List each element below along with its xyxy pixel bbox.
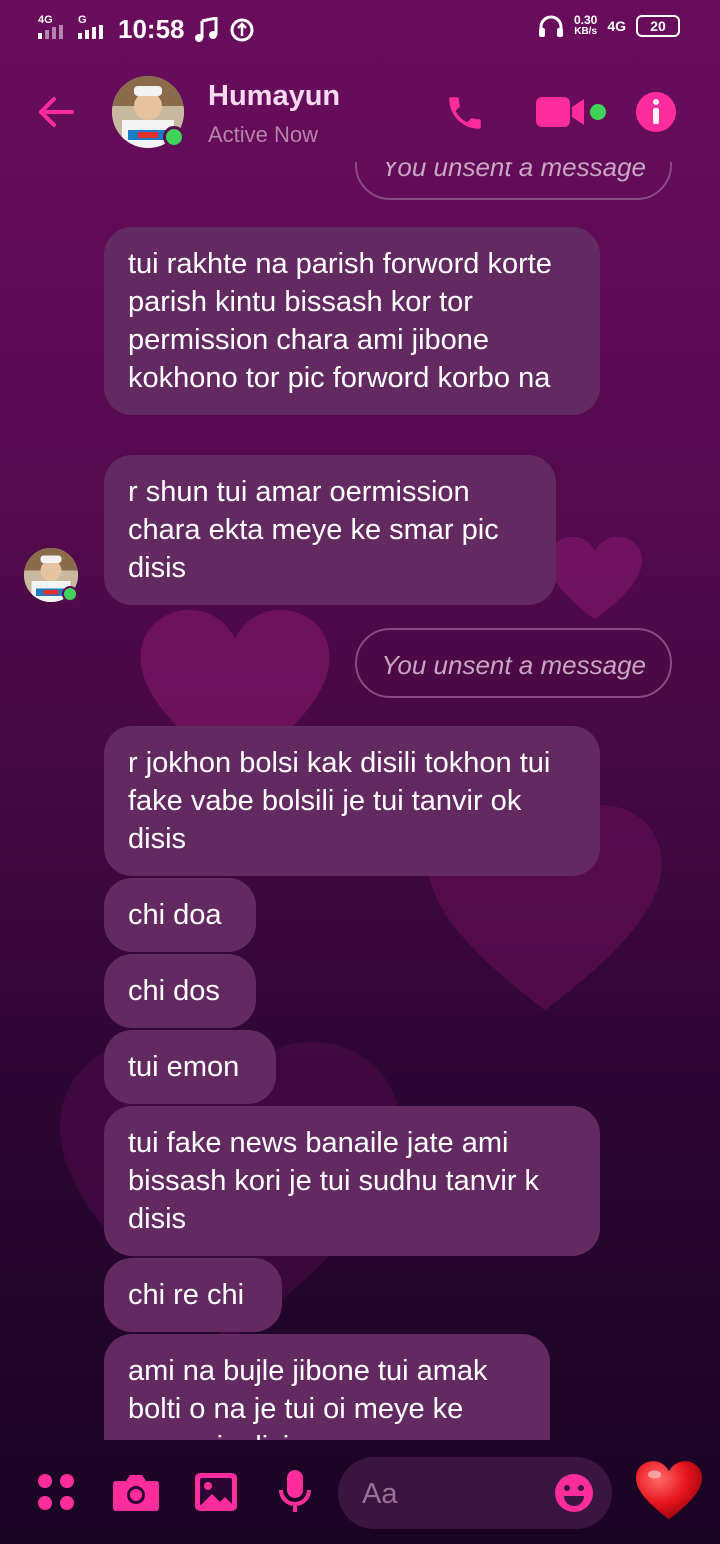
conversation-header: Humayun Active Now — [0, 62, 720, 162]
heart-like-icon[interactable] — [636, 1460, 702, 1522]
message-bubble[interactable]: chi re chi — [104, 1258, 282, 1332]
menu-dots-icon[interactable] — [36, 1472, 76, 1512]
video-call-icon[interactable] — [536, 94, 586, 130]
info-icon[interactable] — [634, 90, 678, 134]
network-type-label: 4G — [38, 14, 53, 26]
music-note-icon — [194, 16, 217, 42]
headphones-icon — [538, 15, 563, 37]
signal-2: G — [78, 15, 108, 44]
contact-active-status: Active Now — [208, 122, 319, 147]
online-status-dot — [163, 126, 185, 148]
unsent-message-notice: You unsent a message — [355, 628, 672, 698]
message-composer — [0, 1440, 720, 1544]
message-bubble[interactable]: chi doa — [104, 878, 256, 952]
emoji-icon[interactable] — [554, 1473, 594, 1513]
message-bubble[interactable]: r shun tui amar oermission chara ekta me… — [104, 455, 556, 605]
message-bubble[interactable]: tui rakhte na parish forword korte paris… — [104, 227, 600, 415]
speed-value: 0.30 — [573, 13, 598, 27]
gallery-icon[interactable] — [194, 1472, 238, 1512]
message-list[interactable]: You unsent a message tui rakhte na paris… — [0, 162, 720, 1440]
unsent-message-notice: You unsent a message — [355, 162, 672, 200]
contact-name[interactable]: Humayun — [208, 80, 340, 113]
clock: 10:58 — [118, 14, 185, 44]
status-bar: 4G G 10:58 0.30 KB/s 4G 20 — [0, 0, 720, 58]
message-input-container[interactable] — [338, 1457, 612, 1529]
message-bubble[interactable]: chi dos — [104, 954, 256, 1028]
back-arrow-icon[interactable] — [34, 90, 78, 134]
signal-bars-icon — [38, 25, 63, 39]
network-type-label: 4G — [607, 18, 626, 34]
mic-icon[interactable] — [278, 1468, 312, 1516]
video-active-dot — [590, 104, 606, 120]
speed-unit: KB/s — [574, 26, 598, 37]
signal-bars-icon — [78, 25, 103, 39]
message-input[interactable] — [360, 1471, 554, 1517]
battery-indicator: 20 — [636, 15, 680, 37]
online-status-dot — [62, 586, 78, 602]
phone-call-icon[interactable] — [444, 92, 486, 134]
camera-icon[interactable] — [112, 1472, 160, 1512]
message-bubble[interactable]: tui emon — [104, 1030, 276, 1104]
battery-level: 20 — [650, 18, 666, 34]
network-speed: 0.30 KB/s — [574, 14, 597, 38]
data-saver-icon — [230, 18, 253, 41]
message-bubble[interactable]: r jokhon bolsi kak disili tokhon tui fak… — [104, 726, 600, 876]
signal-1: 4G — [38, 15, 68, 44]
message-bubble[interactable]: ami na bujle jibone tui amak bolti o na … — [104, 1334, 550, 1440]
network-type-label: G — [78, 14, 87, 26]
message-bubble[interactable]: tui fake news banaile jate ami bissash k… — [104, 1106, 600, 1256]
